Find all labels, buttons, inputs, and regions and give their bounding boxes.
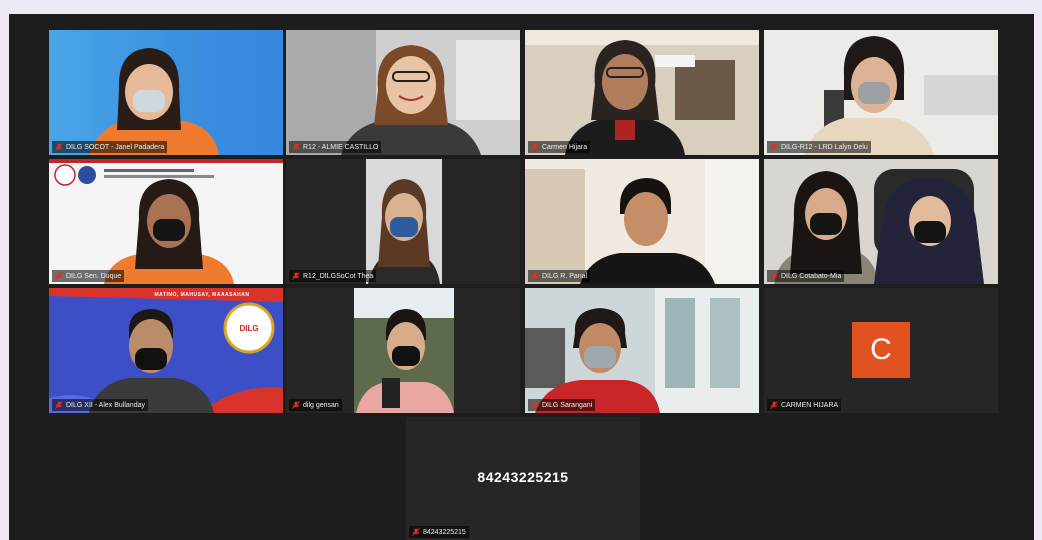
participant-name-tag: DILG-R12 - LRD Lalyn Delu bbox=[767, 141, 871, 153]
participant-video bbox=[49, 288, 283, 413]
mic-muted-icon bbox=[531, 272, 539, 280]
participant-tile[interactable]: C CARMEN HIJARA bbox=[764, 288, 998, 413]
participant-display-number: 84243225215 bbox=[477, 469, 569, 485]
participant-tile[interactable]: MATINO, MAHUSAY, MAAASAHAN DILG DILG XII… bbox=[49, 288, 283, 413]
participant-tile[interactable]: R12_DILGSoCot Thea bbox=[286, 159, 520, 284]
participant-tile[interactable]: DILG Sarangani bbox=[525, 288, 759, 413]
mic-muted-icon bbox=[55, 272, 63, 280]
meeting-gallery: DILG SOCOT - Janel Padadera R12 - ALMIE … bbox=[9, 14, 1034, 540]
participant-tile-active[interactable]: R12 - ALMIE CASTILLO bbox=[286, 30, 520, 155]
participant-tile[interactable]: Carmen Hijara bbox=[525, 30, 759, 155]
participant-video bbox=[525, 159, 759, 284]
participant-name-tag: DILG R. Panal bbox=[528, 270, 591, 282]
dilg-logo: DILG bbox=[239, 323, 259, 333]
participant-name-tag: 84243225215 bbox=[409, 526, 469, 538]
participant-name: DILG Cotabato-Mia bbox=[781, 272, 842, 280]
participant-name: DILG SOCOT - Janel Padadera bbox=[66, 143, 165, 151]
mic-muted-icon bbox=[292, 272, 300, 280]
participant-tile[interactable]: dilg gensan bbox=[286, 288, 520, 413]
mic-muted-icon bbox=[55, 401, 63, 409]
mic-muted-icon bbox=[55, 143, 63, 151]
participant-name-tag: R12_DILGSoCot Thea bbox=[289, 270, 377, 282]
participant-name: Carmen Hijara bbox=[542, 143, 588, 151]
mic-muted-icon bbox=[292, 143, 300, 151]
participant-avatar: C bbox=[852, 322, 910, 378]
participant-name-tag: CARMEN HIJARA bbox=[767, 399, 842, 411]
participant-tile[interactable]: DILG Cotabato-Mia bbox=[764, 159, 998, 284]
participant-video bbox=[286, 159, 520, 284]
mic-muted-icon bbox=[531, 143, 539, 151]
participant-name: DILG Sen. Duque bbox=[66, 272, 122, 280]
participant-video bbox=[525, 30, 759, 155]
participant-tile-phone[interactable]: 84243225215 84243225215 bbox=[406, 417, 640, 540]
mic-muted-icon bbox=[770, 401, 778, 409]
participant-name-tag: DILG XII - Alex Bullanday bbox=[52, 399, 148, 411]
participant-video bbox=[286, 288, 520, 413]
participant-video bbox=[49, 30, 283, 155]
participant-name: R12_DILGSoCot Thea bbox=[303, 272, 374, 280]
mic-muted-icon bbox=[770, 272, 778, 280]
participant-name: dilg gensan bbox=[303, 401, 339, 409]
participant-name: R12 - ALMIE CASTILLO bbox=[303, 143, 379, 151]
participant-video bbox=[49, 159, 283, 284]
participant-name-tag: dilg gensan bbox=[289, 399, 342, 411]
participant-name-tag: R12 - ALMIE CASTILLO bbox=[289, 141, 382, 153]
participant-tile[interactable]: DILG SOCOT - Janel Padadera bbox=[49, 30, 283, 155]
participant-name-tag: Carmen Hijara bbox=[528, 141, 591, 153]
participant-video bbox=[286, 30, 520, 155]
participant-name-tag: DILG Sarangani bbox=[528, 399, 596, 411]
participant-name: CARMEN HIJARA bbox=[781, 401, 839, 409]
participant-tile[interactable]: DILG R. Panal bbox=[525, 159, 759, 284]
participant-name-tag: DILG Cotabato-Mia bbox=[767, 270, 845, 282]
participant-tile[interactable]: DILG-R12 - LRD Lalyn Delu bbox=[764, 30, 998, 155]
participant-name: DILG R. Panal bbox=[542, 272, 588, 280]
mic-muted-icon bbox=[412, 528, 420, 536]
mic-muted-icon bbox=[770, 143, 778, 151]
participant-name-tag: DILG Sen. Duque bbox=[52, 270, 125, 282]
banner-text: MATINO, MAHUSAY, MAAASAHAN bbox=[154, 292, 250, 298]
mic-muted-icon bbox=[531, 401, 539, 409]
mic-muted-icon bbox=[292, 401, 300, 409]
participant-tile[interactable]: DILG Sen. Duque bbox=[49, 159, 283, 284]
participant-name: DILG XII - Alex Bullanday bbox=[66, 401, 145, 409]
participant-name: 84243225215 bbox=[423, 528, 466, 536]
participant-name: DILG Sarangani bbox=[542, 401, 593, 409]
participant-name-tag: DILG SOCOT - Janel Padadera bbox=[52, 141, 168, 153]
participant-video bbox=[764, 30, 998, 155]
participant-video bbox=[525, 288, 759, 413]
participant-video bbox=[764, 159, 998, 284]
participant-name: DILG-R12 - LRD Lalyn Delu bbox=[781, 143, 868, 151]
